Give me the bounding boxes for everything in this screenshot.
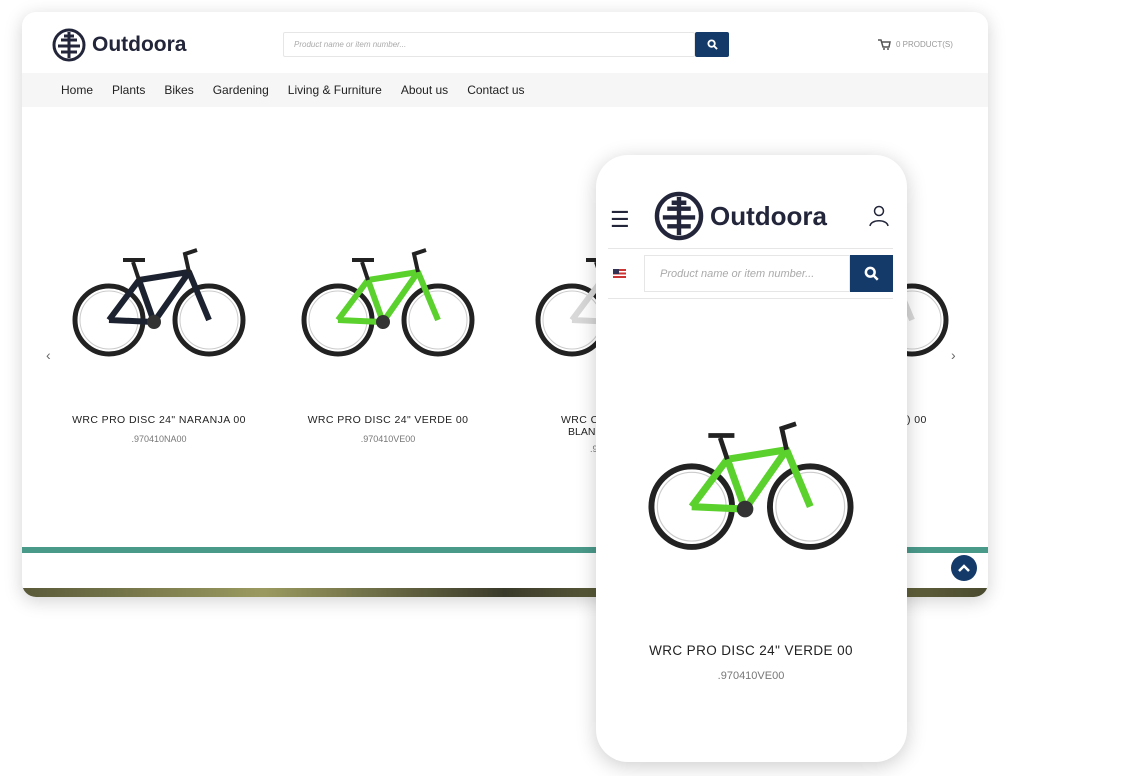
logo[interactable]: Outdoora	[654, 191, 827, 241]
search-input[interactable]: Product name or item number...	[644, 255, 850, 292]
bike-icon	[72, 248, 246, 357]
scroll-to-top-button[interactable]	[951, 555, 977, 581]
nav-home[interactable]: Home	[61, 83, 93, 97]
product-card[interactable]: WRC PRO DISC 24" VERDE 00 .970410VE00	[626, 400, 876, 682]
chevron-up-icon	[958, 564, 970, 572]
cart-label: 0 PRODUCT(S)	[896, 40, 953, 49]
product-code: .970410NA00	[131, 434, 187, 444]
hamburger-menu-icon[interactable]: ☰	[610, 207, 630, 233]
search-icon	[706, 39, 718, 50]
product-image	[288, 230, 488, 370]
search-button[interactable]	[695, 32, 729, 57]
nav-living-furniture[interactable]: Living & Furniture	[288, 83, 382, 97]
product-card[interactable]: WRC PRO DISC 24" VERDE 00 .970410VE00	[288, 230, 488, 444]
product-image	[626, 400, 876, 565]
us-flag-icon[interactable]	[613, 269, 626, 278]
tree-logo-icon	[52, 28, 86, 62]
search-input[interactable]: Product name or item number...	[283, 32, 695, 57]
product-image	[59, 230, 259, 370]
nav-contact-us[interactable]: Contact us	[467, 83, 524, 97]
search-button[interactable]	[850, 255, 893, 292]
bike-icon	[648, 421, 854, 550]
carousel-prev-button[interactable]: ‹	[46, 347, 51, 363]
product-name: WRC PRO DISC 24" NARANJA 00	[72, 414, 246, 426]
product-name: WRC PRO DISC 24" VERDE 00	[307, 414, 469, 426]
divider	[608, 248, 893, 249]
product-code: .970410VE00	[717, 670, 785, 682]
cart-button[interactable]: 0 PRODUCT(S)	[878, 39, 953, 50]
user-icon[interactable]	[869, 205, 889, 227]
product-name: WRC PRO DISC 24" VERDE 00	[649, 643, 853, 658]
bike-icon	[301, 248, 475, 357]
nav-gardening[interactable]: Gardening	[213, 83, 269, 97]
brand-name: Outdoora	[710, 200, 827, 231]
mobile-window: ☰ Outdoora Product name or item number..…	[596, 155, 907, 762]
nav-bikes[interactable]: Bikes	[164, 83, 193, 97]
product-card[interactable]: WRC PRO DISC 24" NARANJA 00 .970410NA00	[59, 230, 259, 444]
nav-plants[interactable]: Plants	[112, 83, 145, 97]
logo[interactable]: Outdoora	[52, 28, 187, 62]
product-code: .970410VE00	[360, 434, 416, 444]
brand-name: Outdoora	[92, 33, 187, 56]
tree-logo-icon	[654, 191, 704, 241]
search-icon	[864, 266, 879, 281]
divider	[608, 298, 893, 299]
cart-icon	[878, 39, 891, 50]
nav-about-us[interactable]: About us	[401, 83, 448, 97]
main-nav: Home Plants Bikes Gardening Living & Fur…	[22, 73, 988, 107]
